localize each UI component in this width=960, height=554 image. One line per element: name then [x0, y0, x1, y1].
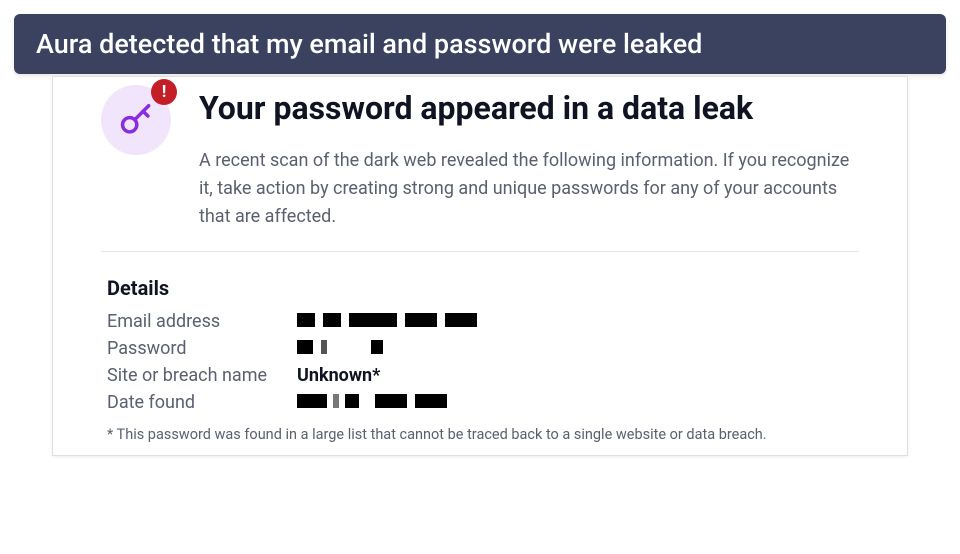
detail-label-site: Site or breach name — [107, 365, 297, 386]
detail-row-site: Site or breach name Unknown* — [107, 362, 859, 389]
annotation-banner-text: Aura detected that my email and password… — [36, 28, 702, 60]
detail-label-email: Email address — [107, 311, 297, 332]
detail-value-password — [297, 338, 397, 359]
detail-value-site: Unknown* — [297, 365, 380, 386]
detail-label-date: Date found — [107, 392, 297, 413]
detail-row-email: Email address — [107, 308, 859, 335]
details-heading: Details — [107, 276, 859, 300]
footnote: * This password was found in a large lis… — [107, 426, 859, 443]
redacted-value — [297, 340, 397, 354]
alert-header-text: Your password appeared in a data leak A … — [199, 89, 859, 231]
detail-row-password: Password — [107, 335, 859, 362]
divider — [101, 251, 859, 252]
alert-badge-icon: ! — [151, 79, 177, 105]
alert-badge-glyph: ! — [162, 82, 167, 102]
detail-value-date — [297, 392, 447, 413]
details-section: Details Email address Password Site or b… — [107, 276, 859, 416]
alert-description: A recent scan of the dark web revealed t… — [199, 147, 859, 231]
alert-card: ! Your password appeared in a data leak … — [52, 76, 908, 456]
alert-header: ! Your password appeared in a data leak … — [101, 89, 859, 231]
detail-row-date: Date found — [107, 389, 859, 416]
redacted-value — [297, 313, 477, 327]
annotation-banner: Aura detected that my email and password… — [14, 14, 946, 74]
redacted-value — [297, 394, 447, 408]
alert-title: Your password appeared in a data leak — [199, 89, 859, 127]
detail-value-email — [297, 311, 477, 332]
detail-label-password: Password — [107, 338, 297, 359]
alert-icon-wrap: ! — [101, 85, 171, 155]
